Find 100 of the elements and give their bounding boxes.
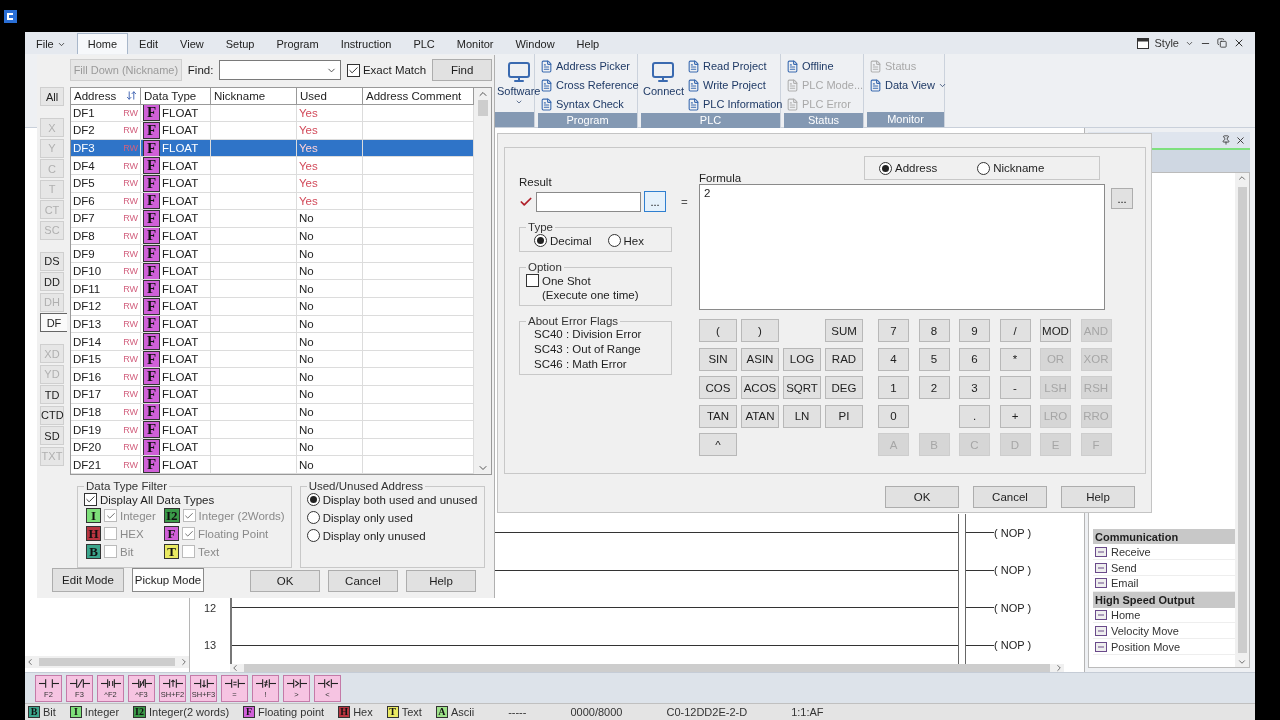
keypad-key[interactable]: ^ — [699, 433, 737, 456]
display-all-checkbox[interactable]: Display All Data Types — [84, 493, 285, 506]
keypad-key[interactable]: SIN — [699, 347, 737, 371]
ribbon-button[interactable]: Syntax Check — [540, 95, 639, 113]
radio-option[interactable]: Hex — [607, 234, 644, 247]
close-icon[interactable] — [1233, 37, 1245, 49]
keypad-key[interactable]: MOD — [1040, 319, 1071, 342]
keypad-key[interactable]: PI — [825, 404, 863, 428]
type-checkbox[interactable]: I Integer — [86, 508, 164, 523]
dialog-button[interactable]: Cancel — [973, 486, 1047, 508]
keypad-key[interactable]: 2 — [918, 376, 950, 399]
type-tab[interactable]: TD — [40, 385, 64, 404]
keypad-key[interactable]: 9 — [959, 319, 990, 342]
browse-button[interactable]: ... — [1111, 188, 1133, 209]
scroll-thumb[interactable] — [1237, 187, 1247, 653]
table-row[interactable]: DF14 RW F FLOAT No — [71, 333, 474, 351]
list-item[interactable]: Receive — [1093, 544, 1235, 561]
scrollbar[interactable] — [25, 656, 189, 668]
keypad-key[interactable]: 6 — [959, 347, 990, 371]
column-header[interactable]: Address — [71, 88, 141, 104]
find-button[interactable]: Find — [432, 59, 492, 81]
keypad-key[interactable]: ACOS — [741, 376, 779, 399]
menu-item[interactable]: File — [25, 33, 77, 54]
table-row[interactable]: DF9 RW F FLOAT No — [71, 245, 474, 263]
ribbon-button[interactable]: Cross Reference — [540, 76, 639, 94]
menu-item[interactable]: Home — [76, 33, 129, 54]
dialog-button[interactable]: Help — [406, 570, 476, 592]
keypad-key[interactable]: 3 — [959, 376, 990, 399]
keypad-key[interactable]: ( — [699, 319, 737, 342]
result-field[interactable] — [536, 191, 641, 212]
dialog-button[interactable]: OK — [250, 570, 320, 592]
ribbon-button[interactable]: Connect — [643, 57, 684, 97]
keypad-key[interactable]: SUM — [825, 319, 863, 342]
find-field[interactable] — [219, 60, 341, 80]
keypad-key[interactable]: / — [999, 319, 1031, 342]
scroll-thumb[interactable] — [39, 658, 175, 666]
browse-button[interactable]: ... — [644, 191, 666, 212]
table-row[interactable]: DF16 RW F FLOAT No — [71, 368, 474, 387]
keypad-key[interactable]: 0 — [878, 404, 909, 428]
list-item[interactable]: Velocity Move — [1093, 623, 1235, 640]
menu-item[interactable]: View — [169, 33, 215, 54]
radio-option[interactable]: Display only used — [306, 511, 478, 524]
list-item[interactable]: Send — [1093, 560, 1235, 576]
type-tab[interactable]: DF — [40, 313, 67, 332]
table-row[interactable]: DF21 RW F FLOAT No — [71, 456, 474, 474]
column-header[interactable]: Used — [297, 88, 363, 104]
exact-match-checkbox[interactable]: Exact Match — [346, 63, 427, 77]
table-row[interactable]: DF17 RW F FLOAT No — [71, 386, 474, 404]
dialog-button[interactable]: OK — [885, 486, 959, 508]
keypad-key[interactable]: LOG — [783, 347, 821, 371]
menu-item[interactable]: Instruction — [329, 33, 403, 54]
keypad-key[interactable]: LN — [783, 404, 821, 428]
dialog-button[interactable]: Cancel — [328, 570, 398, 592]
ribbon-button[interactable]: Address Picker — [540, 57, 639, 75]
ribbon-button[interactable]: Write Project — [687, 76, 783, 94]
keypad-key[interactable]: 7 — [878, 319, 909, 342]
coil-output[interactable]: ( NOP ) — [994, 626, 1044, 664]
coil-output[interactable]: ( NOP ) — [994, 551, 1044, 589]
keypad-key[interactable]: + — [999, 404, 1031, 428]
coil-output[interactable]: ( NOP ) — [994, 589, 1044, 627]
radio-option[interactable]: Decimal — [534, 234, 592, 247]
list-item[interactable]: Email — [1093, 576, 1235, 592]
scrollbar[interactable] — [1235, 173, 1249, 667]
scroll-thumb[interactable] — [477, 100, 488, 116]
keypad-key[interactable]: - — [999, 376, 1031, 399]
ribbon-button[interactable]: PLC Information — [687, 95, 783, 113]
type-checkbox[interactable]: I2 Integer (2Words) — [164, 508, 285, 523]
table-row[interactable]: DF19 RW F FLOAT No — [71, 421, 474, 439]
type-tab[interactable]: DS — [40, 251, 64, 271]
keypad-key[interactable]: ) — [741, 319, 779, 342]
radio-option[interactable]: Display both used and unused — [306, 493, 478, 506]
table-row[interactable]: DF7 RW F FLOAT No — [71, 210, 474, 228]
radio-option[interactable]: Display only unused — [306, 529, 478, 542]
type-checkbox[interactable]: B Bit — [86, 544, 164, 559]
type-tab[interactable]: SD — [40, 426, 64, 445]
keypad-key[interactable]: . — [959, 404, 990, 428]
table-row[interactable]: DF11 RW F FLOAT No — [71, 280, 474, 299]
table-row[interactable]: DF4 RW F FLOAT Yes — [71, 157, 474, 175]
table-row[interactable]: DF12 RW F FLOAT No — [71, 298, 474, 316]
ribbon-button[interactable]: Software — [497, 57, 541, 106]
keypad-key[interactable]: TAN — [699, 404, 737, 428]
menu-item[interactable]: Setup — [214, 33, 266, 54]
style-menu[interactable]: Style — [1154, 37, 1179, 49]
scrollbar[interactable] — [474, 88, 491, 474]
keypad-key[interactable]: ASIN — [741, 347, 779, 371]
menu-item[interactable]: PLC — [402, 33, 446, 54]
type-tab[interactable]: All — [40, 87, 64, 106]
table-row[interactable]: DF2 RW F FLOAT Yes — [71, 122, 474, 140]
column-header[interactable]: Data Type — [141, 88, 211, 104]
keypad-key[interactable]: 4 — [878, 347, 909, 371]
menu-item[interactable]: Program — [265, 33, 330, 54]
restore-icon[interactable] — [1217, 38, 1227, 48]
keypad-key[interactable]: 1 — [878, 376, 909, 399]
menu-item[interactable]: Window — [504, 33, 566, 54]
pin-icon[interactable] — [1221, 135, 1231, 145]
keypad-key[interactable]: * — [999, 347, 1031, 371]
mode-tab[interactable]: Pickup Mode — [132, 568, 204, 592]
one-shot-checkbox[interactable]: One Shot — [526, 274, 665, 287]
ribbon-button[interactable]: Data View — [869, 76, 947, 94]
column-header[interactable]: Nickname — [211, 88, 297, 104]
